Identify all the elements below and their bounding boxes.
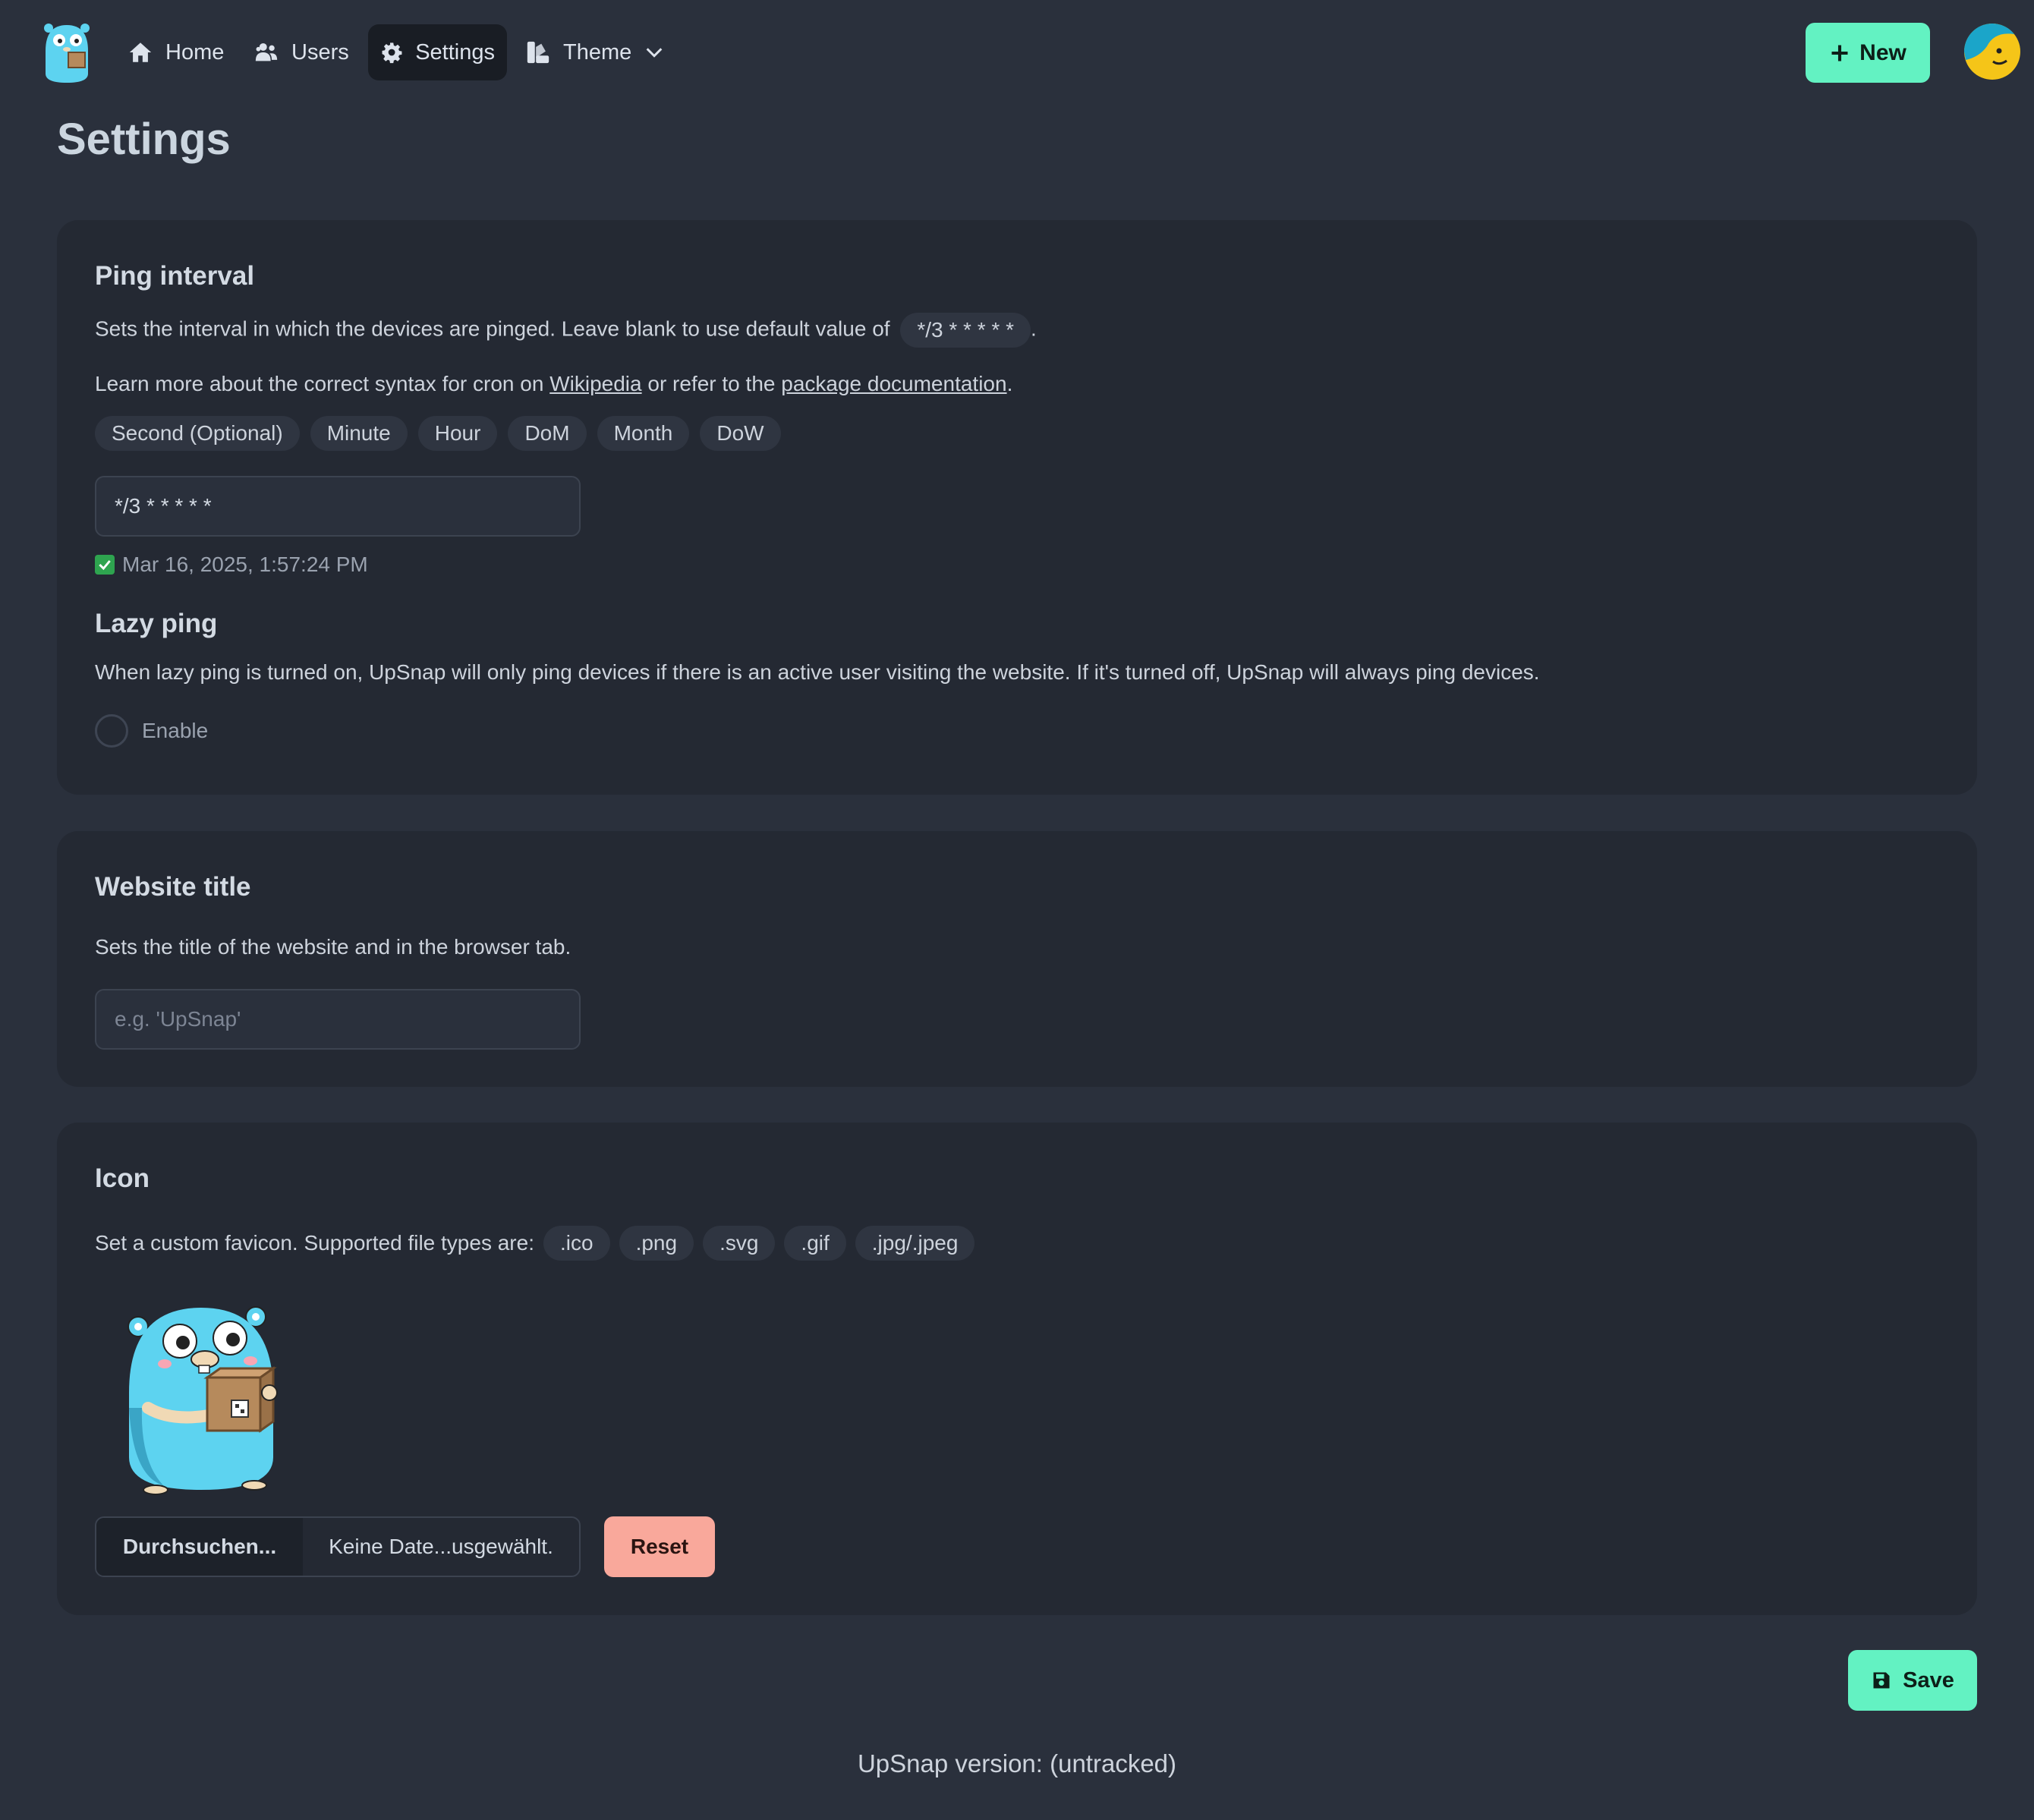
lazy-ping-heading: Lazy ping [95,609,218,638]
reset-icon-button[interactable]: Reset [604,1516,715,1577]
save-button[interactable]: Save [1848,1650,1977,1711]
ping-interval-input[interactable] [95,476,581,537]
icon-heading: Icon [95,1163,150,1193]
cron-learn-more: Learn more about the correct syntax for … [95,372,1012,396]
nav-theme-label: Theme [563,39,632,65]
users-icon [255,43,278,61]
ping-interval-heading: Ping interval [95,261,255,291]
icon-description: Set a custom favicon. Supported file typ… [95,1226,975,1261]
swatchbook-icon [527,41,549,64]
chevron-down-icon [646,48,663,58]
website-title-input[interactable] [95,989,581,1050]
lazy-ping-toggle[interactable]: Enable [95,714,208,748]
icon-card: Icon Set a custom favicon. Supported fil… [57,1123,1977,1615]
lazy-ping-checkbox[interactable] [95,714,128,748]
save-button-label: Save [1903,1667,1954,1692]
learn-prefix: Learn more about the correct syntax for … [95,372,544,395]
user-avatar[interactable] [1964,24,2020,80]
nav-users-label: Users [291,39,349,65]
floppy-disk-icon [1873,1672,1890,1689]
plus-icon [1831,45,1848,61]
nav-theme-dropdown[interactable]: Theme [513,24,677,80]
learn-mid: or refer to the [647,372,776,395]
website-title-card: Website title Sets the title of the webs… [57,831,1977,1087]
file-type-chip: .png [619,1226,694,1261]
ping-description: Sets the interval in which the devices a… [95,313,1037,348]
icon-file-input[interactable]: Durchsuchen... Keine Date...usgewählt. [95,1516,581,1577]
new-device-button[interactable]: New [1806,23,1930,83]
website-title-heading: Website title [95,872,251,902]
package-docs-link[interactable]: package documentation [781,372,1006,395]
new-button-label: New [1859,39,1906,65]
next-ping-time: Mar 16, 2025, 1:57:24 PM [122,553,368,576]
page-title: Settings [57,115,231,164]
nav-home-label: Home [165,39,225,65]
file-name-label: Keine Date...usgewählt. [329,1535,553,1558]
lazy-ping-enable-label: Enable [142,719,209,742]
ping-desc-end: . [1030,316,1037,341]
navbar: Home Users Settings Theme New [0,0,2034,106]
ping-desc-text: Sets the interval in which the devices a… [95,316,890,341]
lazy-ping-description: When lazy ping is turned on, UpSnap will… [95,660,1540,684]
version-footer: UpSnap version: (untracked) [857,1749,1177,1777]
cron-field-chip: DoW [700,416,781,451]
next-ping-status: Mar 16, 2025, 1:57:24 PM [95,553,368,577]
file-type-chip: .jpg/.jpeg [855,1226,975,1261]
cron-field-chip: Month [597,416,690,451]
cron-field-chip: DoM [508,416,587,451]
learn-end: . [1006,372,1013,395]
icon-desc-text: Set a custom favicon. Supported file typ… [95,1231,534,1255]
nav-home[interactable]: Home [115,24,236,80]
cron-field-chip: Second (Optional) [95,416,300,451]
website-title-description: Sets the title of the website and in the… [95,935,571,959]
wikipedia-link[interactable]: Wikipedia [549,372,641,395]
home-icon [129,43,152,62]
default-cron-chip: */3 * * * * * [900,313,1031,348]
nav-settings[interactable]: Settings [368,24,507,80]
ping-settings-card: Ping interval Sets the interval in which… [57,220,1977,795]
browse-button[interactable]: Durchsuchen... [96,1518,303,1576]
gear-icon [382,43,402,64]
nav-settings-label: Settings [415,39,495,65]
cron-fields: Second (Optional) Minute Hour DoM Month … [95,416,781,451]
file-type-chip: .svg [703,1226,776,1261]
cron-field-chip: Minute [310,416,408,451]
nav-users[interactable]: Users [241,24,361,80]
file-type-chip: .gif [784,1226,846,1261]
favicon-preview-image [128,1306,278,1495]
check-icon [95,555,115,575]
file-type-chip: .ico [543,1226,610,1261]
gopher-logo[interactable] [38,20,96,84]
cron-field-chip: Hour [417,416,498,451]
